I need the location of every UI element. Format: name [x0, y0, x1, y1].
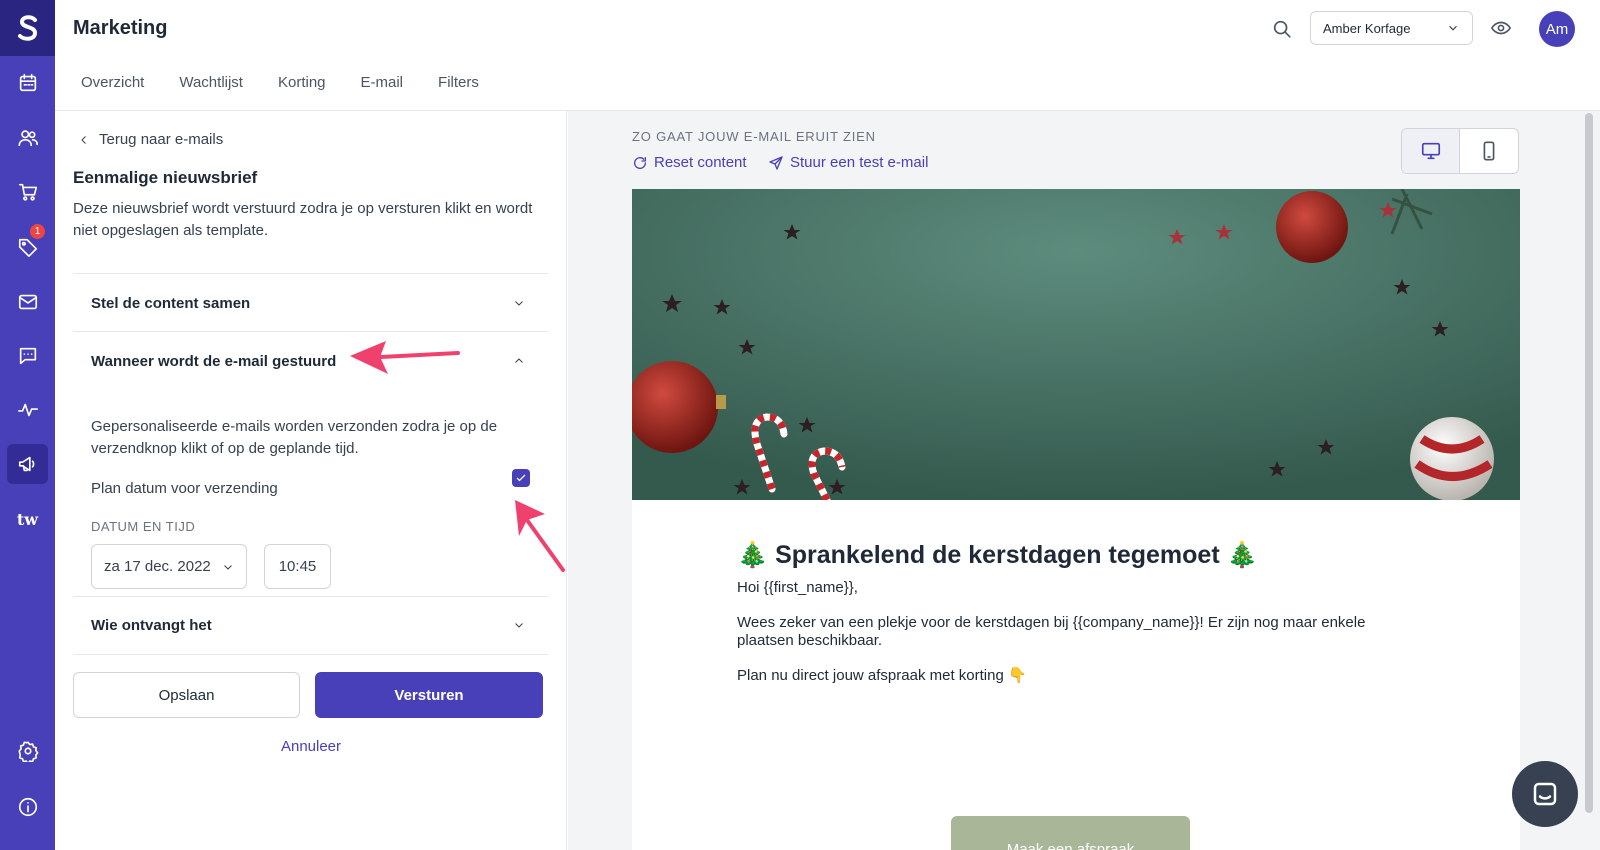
- app-logo[interactable]: [0, 0, 55, 56]
- reset-content-link[interactable]: Reset content: [632, 154, 747, 171]
- users-icon: [17, 130, 38, 147]
- preview-label: ZO GAAT JOUW E-MAIL ERUIT ZIEN: [632, 129, 876, 144]
- page-title: Marketing: [73, 17, 168, 39]
- sidebar-item-messages[interactable]: [7, 336, 48, 376]
- cancel-link[interactable]: Annuleer: [55, 738, 567, 755]
- s-logo-icon: [17, 15, 37, 41]
- scrollbar[interactable]: [1585, 113, 1593, 813]
- tab-bar: Overzicht Wachtlijst Korting E-mail Filt…: [81, 74, 479, 91]
- section-when-header[interactable]: Wanneer wordt de e-mail gestuurd: [91, 353, 336, 370]
- eye-icon: [1490, 21, 1512, 35]
- email-title: 🎄 Sprankelend de kerstdagen tegemoet 🎄: [737, 541, 1258, 569]
- divider: [73, 596, 548, 597]
- support-chat-button[interactable]: [1512, 761, 1578, 827]
- sidebar-item-tw[interactable]: tw: [7, 499, 48, 539]
- megaphone-icon: [18, 456, 34, 472]
- chat-bubble-icon: [1533, 782, 1557, 806]
- refresh-icon: [634, 156, 646, 169]
- email-body: 🎄 Sprankelend de kerstdagen tegemoet 🎄 H…: [632, 189, 1520, 850]
- preview-eye-button[interactable]: [1490, 17, 1512, 44]
- divider: [73, 654, 548, 655]
- chevron-down-icon: [1449, 25, 1457, 31]
- email-appointment-button[interactable]: Maak een afspraak: [951, 816, 1190, 850]
- mobile-view-button[interactable]: [1460, 129, 1518, 173]
- sidebar-item-mail[interactable]: [7, 282, 48, 322]
- sidebar: 1 tw: [0, 0, 55, 850]
- chevron-left-icon: [81, 135, 86, 144]
- tab-waitlist[interactable]: Wachtlijst: [179, 74, 243, 91]
- desktop-icon: [1421, 142, 1440, 160]
- activity-icon: [17, 403, 38, 417]
- schedule-label: Plan datum voor verzending: [91, 480, 278, 497]
- divider: [73, 273, 548, 274]
- send-icon: [769, 155, 783, 170]
- user-select[interactable]: Amber Korfage: [1310, 11, 1473, 45]
- email-cta-text: Plan nu direct jouw afspraak met korting…: [737, 667, 1027, 684]
- tw-logo: tw: [16, 509, 39, 529]
- save-button[interactable]: Opslaan: [73, 672, 300, 718]
- date-value: za 17 dec. 2022: [104, 558, 211, 575]
- send-test-email-link[interactable]: Stuur een test e-mail: [768, 154, 928, 171]
- datetime-label: DATUM EN TIJD: [91, 519, 196, 534]
- tag-icon: [18, 238, 37, 257]
- tab-filters[interactable]: Filters: [438, 74, 479, 91]
- chat-icon: [19, 347, 36, 365]
- mail-icon: [18, 294, 37, 310]
- chevron-up-icon[interactable]: [513, 355, 525, 367]
- email-preview-panel: ZO GAAT JOUW E-MAIL ERUIT ZIEN Reset con…: [568, 111, 1600, 850]
- info-icon: [18, 797, 37, 817]
- chevron-down-icon[interactable]: [513, 297, 525, 309]
- user-select-value: Amber Korfage: [1323, 20, 1411, 36]
- annotation-arrow-up: [515, 500, 565, 572]
- divider: [73, 331, 548, 332]
- mobile-icon: [1483, 141, 1495, 161]
- panel-title: Eenmalige nieuwsbrief: [73, 168, 258, 187]
- desktop-view-button[interactable]: [1402, 129, 1461, 173]
- send-test-email-label: Stuur een test e-mail: [790, 154, 929, 171]
- tab-discount[interactable]: Korting: [278, 74, 326, 91]
- sidebar-item-activity[interactable]: [7, 390, 48, 430]
- sidebar-item-calendar[interactable]: [7, 63, 48, 103]
- avatar[interactable]: Am: [1539, 11, 1575, 47]
- section-recipients-header[interactable]: Wie ontvangt het: [91, 617, 212, 634]
- tab-overview[interactable]: Overzicht: [81, 74, 144, 91]
- chevron-down-icon: [224, 564, 232, 570]
- send-button[interactable]: Versturen: [315, 672, 543, 718]
- calendar-icon: [19, 73, 36, 92]
- top-header: Marketing Overzicht Wachtlijst Korting E…: [55, 0, 1600, 111]
- back-link-label: Terug naar e-mails: [99, 131, 224, 148]
- sidebar-item-marketing[interactable]: [7, 444, 48, 484]
- schedule-checkbox[interactable]: [512, 469, 530, 487]
- annotation-arrow-left: [350, 341, 460, 374]
- gear-icon: [17, 741, 38, 762]
- sidebar-item-shop[interactable]: [7, 172, 48, 212]
- cart-icon: [18, 183, 37, 201]
- sidebar-item-settings[interactable]: [7, 731, 48, 771]
- back-link[interactable]: Terug naar e-mails: [78, 131, 223, 148]
- sidebar-item-discounts[interactable]: 1: [7, 224, 48, 267]
- date-select[interactable]: za 17 dec. 2022: [91, 544, 247, 589]
- device-toggle: [1401, 128, 1519, 174]
- email-settings-panel: Terug naar e-mails Eenmalige nieuwsbrief…: [55, 111, 567, 850]
- email-body-text: Wees zeker van een plekje voor de kerstd…: [737, 614, 1366, 649]
- sidebar-item-users[interactable]: [7, 118, 48, 158]
- reset-content-label: Reset content: [654, 154, 747, 171]
- notification-badge: 1: [30, 224, 45, 239]
- check-icon: [516, 474, 526, 482]
- panel-description: Deze nieuwsbrief wordt verstuurd zodra j…: [73, 200, 533, 239]
- tab-email[interactable]: E-mail: [361, 74, 404, 91]
- section-content-header[interactable]: Stel de content samen: [91, 295, 250, 312]
- search-icon: [1273, 20, 1291, 38]
- chevron-down-icon[interactable]: [513, 619, 525, 631]
- time-input[interactable]: 10:45: [264, 544, 331, 589]
- sidebar-item-info[interactable]: [7, 787, 48, 827]
- email-greeting: Hoi {{first_name}},: [737, 579, 858, 596]
- section-when-description: Gepersonaliseerde e-mails worden verzond…: [91, 418, 498, 457]
- search-button[interactable]: [1271, 18, 1293, 40]
- christmas-hero-image: [632, 189, 1520, 500]
